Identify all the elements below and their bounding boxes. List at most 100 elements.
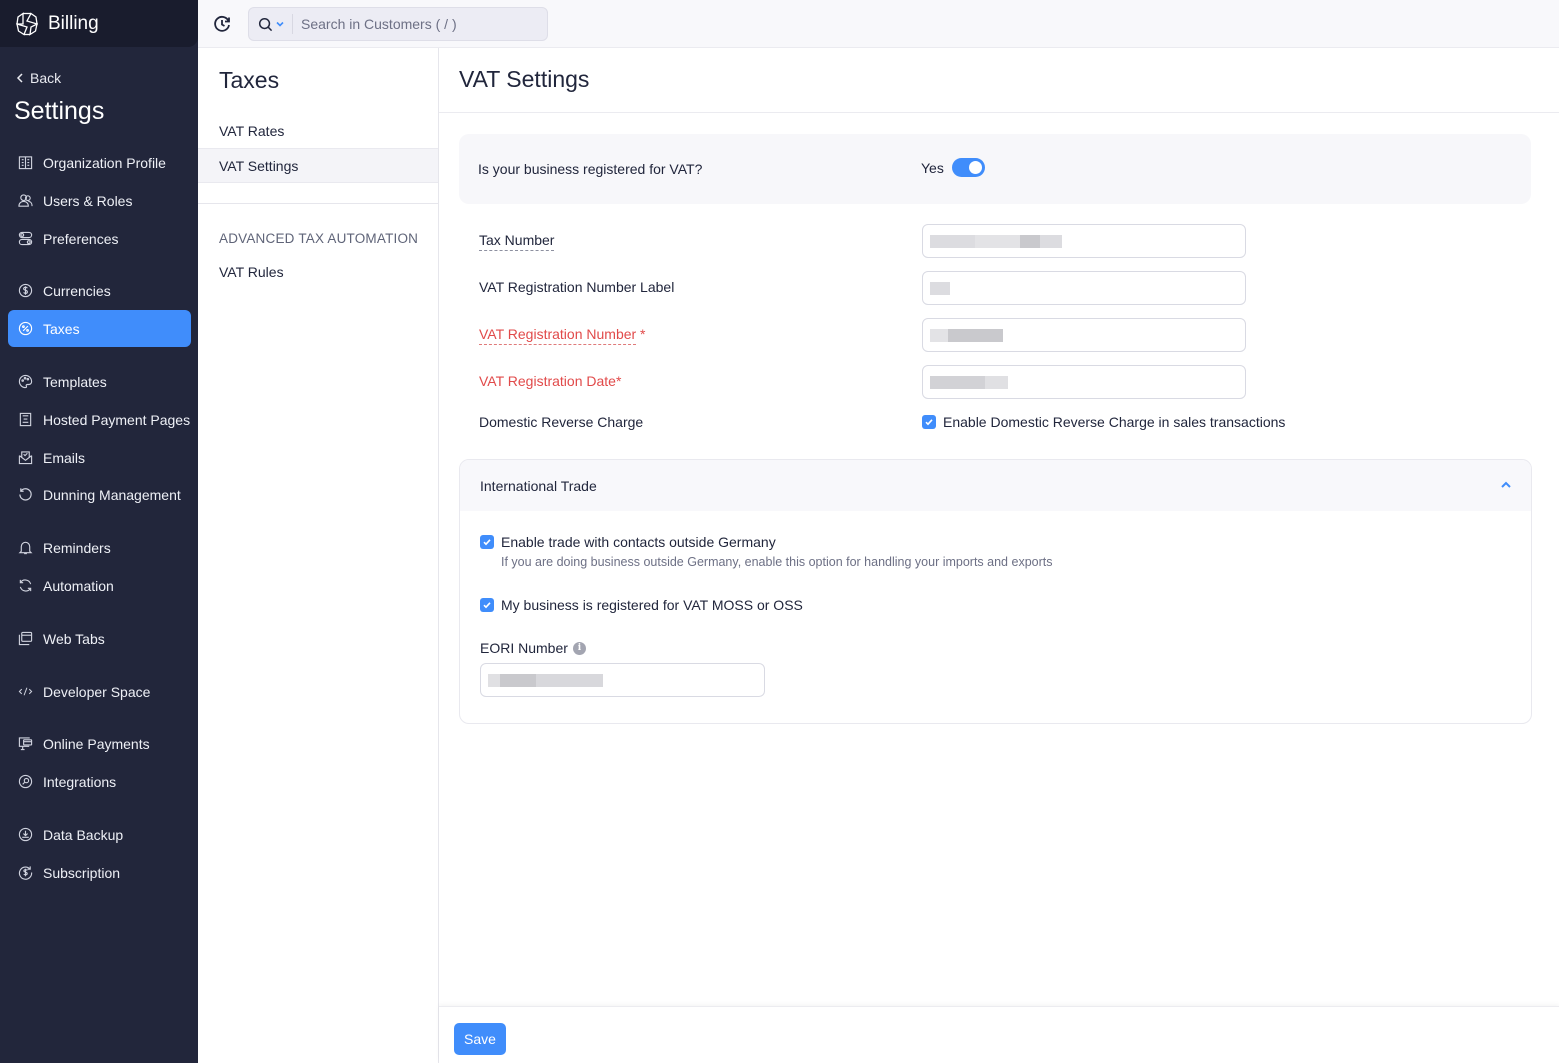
tax-number-input[interactable] — [922, 224, 1246, 258]
sidebar: Billing Back Settings Organization Profi… — [0, 0, 198, 1063]
domestic-reverse-charge-checkbox-label: Enable Domestic Reverse Charge in sales … — [943, 414, 1286, 430]
eori-number-label: EORI Number i — [480, 640, 586, 656]
subnav-title: Taxes — [219, 67, 280, 93]
brand[interactable]: Billing — [0, 0, 198, 47]
info-icon[interactable]: i — [572, 641, 586, 655]
sidebar-item-subscription[interactable]: Subscription — [8, 854, 191, 891]
domestic-reverse-charge-label: Domestic Reverse Charge — [479, 414, 644, 430]
sidebar-item-data-backup[interactable]: Data Backup — [8, 816, 191, 853]
subnav-item-label: VAT Rules — [219, 263, 284, 280]
sidebar-item-developer-space[interactable]: Developer Space — [8, 673, 191, 710]
sidebar-item-label: Web Tabs — [43, 630, 105, 647]
vat-registration-date-input[interactable] — [922, 365, 1246, 399]
sidebar-item-online-payments[interactable]: Online Payments — [8, 725, 191, 762]
page-title: VAT Settings — [459, 66, 590, 92]
checkmark-icon — [483, 602, 491, 609]
recent-history-icon[interactable] — [212, 14, 232, 34]
percent-circle-icon — [18, 321, 33, 336]
sidebar-item-label: Emails — [43, 449, 86, 466]
subnav-item-label: VAT Rates — [219, 122, 285, 139]
trade-outside-checkbox[interactable] — [480, 535, 494, 549]
sidebar-item-label: Automation — [43, 577, 114, 594]
integration-icon — [18, 774, 33, 789]
subnav-item-vat-rules[interactable]: VAT Rules — [198, 254, 438, 289]
vat-moss-checkbox[interactable] — [480, 598, 494, 612]
form-footer: Save — [439, 1006, 1559, 1063]
sidebar-item-dunning-management[interactable]: Dunning Management — [8, 476, 191, 513]
sidebar-item-users-roles[interactable]: Users & Roles — [8, 182, 191, 219]
sidebar-item-automation[interactable]: Automation — [8, 567, 191, 604]
sidebar-item-organization-profile[interactable]: Organization Profile — [8, 144, 191, 181]
code-icon — [18, 687, 33, 696]
chevron-down-icon — [276, 21, 284, 27]
chevron-up-icon[interactable] — [1500, 480, 1512, 490]
international-trade-header[interactable]: International Trade — [460, 460, 1531, 511]
subnav-item-vat-rates[interactable]: VAT Rates — [198, 113, 438, 148]
dollar-circle-icon — [18, 283, 33, 298]
sidebar-item-reminders[interactable]: Reminders — [8, 529, 191, 566]
checkmark-icon — [483, 539, 491, 546]
chevron-left-icon — [16, 73, 23, 83]
page-header: VAT Settings — [439, 48, 1559, 113]
vat-registration-number-input[interactable] — [922, 318, 1246, 352]
trade-outside-checkbox-label: Enable trade with contacts outside Germa… — [501, 534, 776, 550]
sidebar-item-currencies[interactable]: Currencies — [8, 272, 191, 309]
subnav-item-label: VAT Settings — [219, 157, 299, 174]
search-input[interactable] — [293, 16, 533, 32]
domestic-reverse-charge-option[interactable]: Enable Domestic Reverse Charge in sales … — [922, 414, 1285, 430]
trade-outside-hint: If you are doing business outside German… — [501, 555, 1053, 569]
back-link[interactable]: Back — [16, 70, 61, 86]
trade-outside-option[interactable]: Enable trade with contacts outside Germa… — [480, 534, 776, 550]
users-icon — [18, 194, 33, 207]
search-scope-dropdown[interactable] — [249, 14, 293, 34]
save-button[interactable]: Save — [454, 1023, 506, 1055]
sidebar-item-hosted-payment-pages[interactable]: Hosted Payment Pages — [8, 401, 191, 438]
sidebar-item-preferences[interactable]: Preferences — [8, 220, 191, 257]
bell-icon — [18, 541, 33, 555]
backup-icon — [18, 827, 33, 842]
page-icon — [19, 412, 32, 427]
sidebar-item-templates[interactable]: Templates — [8, 363, 191, 400]
settings-title: Settings — [14, 97, 105, 125]
sidebar-item-label: Users & Roles — [43, 192, 133, 209]
tax-number-label: Tax Number — [479, 232, 555, 251]
sidebar-item-label: Developer Space — [43, 683, 151, 700]
vat-registered-question: Is your business registered for VAT? — [478, 161, 703, 177]
sidebar-item-label: Data Backup — [43, 826, 124, 843]
domestic-reverse-charge-checkbox[interactable] — [922, 415, 936, 429]
sidebar-item-label: Preferences — [43, 230, 119, 247]
vat-registration-number-label-input[interactable] — [922, 271, 1246, 305]
vat-moss-option[interactable]: My business is registered for VAT MOSS o… — [480, 597, 803, 613]
refresh-icon — [19, 579, 32, 592]
sidebar-item-label: Subscription — [43, 864, 121, 881]
sidebar-item-label: Reminders — [43, 539, 111, 556]
vat-registration-date-label: VAT Registration Date* — [479, 373, 622, 389]
subnav-divider — [198, 203, 438, 204]
billing-logo-icon — [16, 11, 38, 36]
tabs-icon — [18, 631, 33, 646]
sidebar-item-emails[interactable]: Emails — [8, 439, 191, 476]
sidebar-item-label: Hosted Payment Pages — [43, 411, 191, 428]
taxes-subnav: Taxes VAT Rates VAT Settings ADVANCED TA… — [198, 48, 439, 1063]
sidebar-item-label: Currencies — [43, 282, 111, 299]
vat-moss-checkbox-label: My business is registered for VAT MOSS o… — [501, 597, 803, 613]
sidebar-item-web-tabs[interactable]: Web Tabs — [8, 620, 191, 657]
vat-registration-number-label: VAT Registration Number * — [479, 326, 646, 345]
sidebar-item-label: Integrations — [43, 773, 117, 790]
eori-number-input[interactable] — [480, 663, 765, 697]
vat-registered-panel: Is your business registered for VAT? Yes — [459, 134, 1531, 204]
sidebar-item-taxes[interactable]: Taxes — [8, 310, 191, 347]
subscription-icon — [18, 866, 33, 880]
toggles-icon — [18, 231, 33, 246]
mail-icon — [18, 451, 33, 465]
back-label: Back — [30, 70, 62, 86]
sidebar-item-label: Taxes — [43, 320, 80, 337]
sidebar-item-label: Dunning Management — [43, 486, 181, 503]
sidebar-item-integrations[interactable]: Integrations — [8, 763, 191, 800]
subnav-item-vat-settings[interactable]: VAT Settings — [198, 148, 438, 183]
vat-registered-toggle[interactable] — [952, 158, 985, 177]
sidebar-item-label: Online Payments — [43, 735, 150, 752]
international-trade-title: International Trade — [480, 477, 597, 494]
app-name: Billing — [48, 12, 99, 34]
vat-registration-number-label-label: VAT Registration Number Label — [479, 279, 675, 295]
